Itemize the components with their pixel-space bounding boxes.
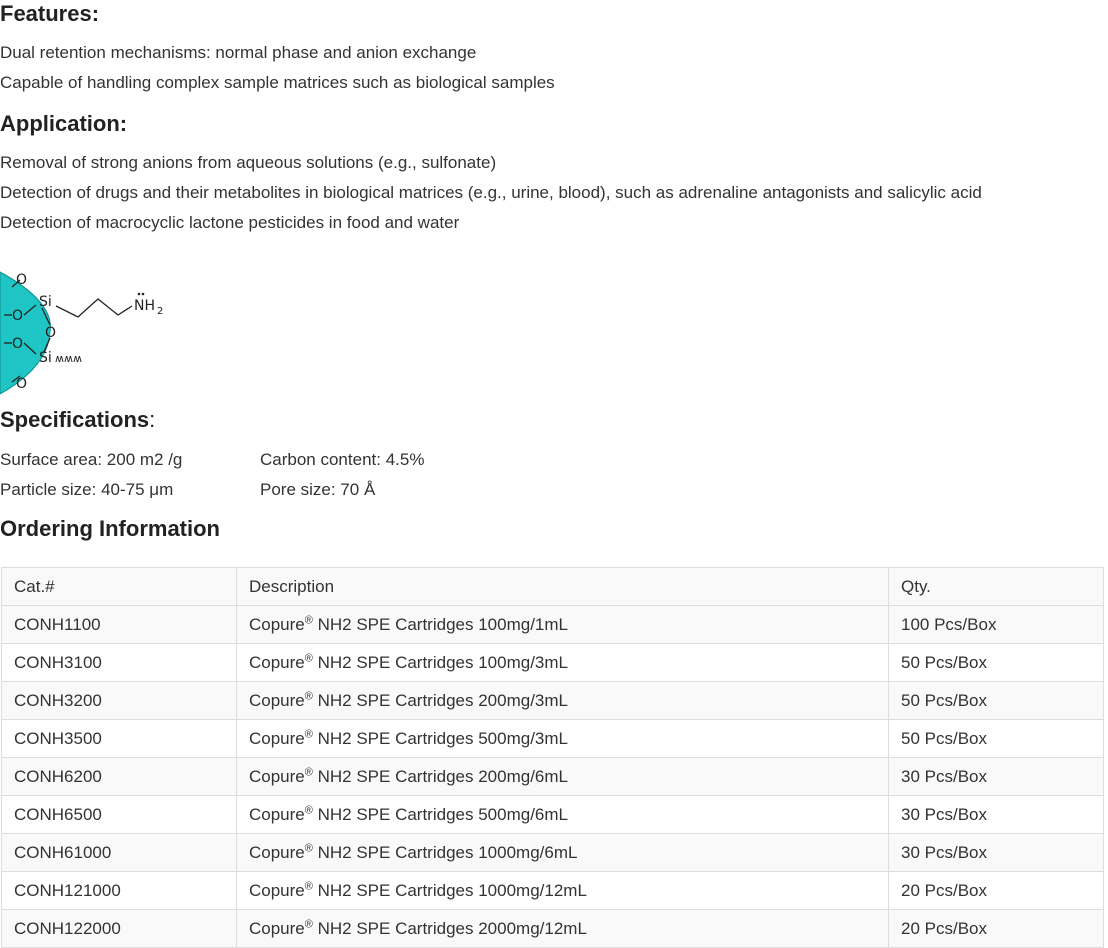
spec-carbon-content: Carbon content: 4.5% (260, 450, 425, 469)
specifications-title: Specifications (0, 407, 150, 432)
description-text: NH2 SPE Cartridges 100mg/3mL (312, 652, 568, 672)
spec-surface-area: Surface area: 200 m2 /g (0, 450, 183, 469)
registered-mark: ® (304, 765, 313, 778)
cell-qty: 50 Pcs/Box (888, 681, 1104, 720)
oxygen-label: O (12, 308, 23, 324)
features-heading: Features: (0, 1, 100, 26)
registered-mark: ® (304, 613, 313, 626)
table-row: CONH3100 Copure® NH2 SPE Cartridges 100mg… (1, 643, 1104, 682)
description-text: NH2 SPE Cartridges 200mg/6mL (312, 766, 568, 786)
amine-subscript: 2 (157, 306, 163, 317)
ordering-heading: Ordering Information (0, 516, 220, 541)
table-row: CONH61000 Copure® NH2 SPE Cartridges 1000… (1, 833, 1104, 872)
amine-label: NH (134, 298, 155, 314)
cell-cat-number: CONH61000 (1, 833, 237, 872)
cell-qty: 30 Pcs/Box (888, 795, 1104, 834)
cell-description: Copure® NH2 SPE Cartridges 500mg/3mL (236, 719, 889, 758)
brand-name: Copure (249, 918, 305, 938)
description-text: NH2 SPE Cartridges 500mg/3mL (312, 728, 568, 748)
description-text: NH2 SPE Cartridges 200mg/3mL (312, 690, 568, 710)
cell-cat-number: CONH121000 (1, 871, 237, 910)
brand-name: Copure (249, 766, 305, 786)
column-header-description: Description (236, 567, 889, 606)
registered-mark: ® (304, 879, 313, 892)
cell-qty: 100 Pcs/Box (888, 605, 1104, 644)
ordering-table-body: CONH1100 Copure® NH2 SPE Cartridges 100mg… (1, 605, 1104, 948)
cell-qty: 50 Pcs/Box (888, 643, 1104, 682)
cell-cat-number: CONH3100 (1, 643, 237, 682)
table-row: CONH3200 Copure® NH2 SPE Cartridges 200mg… (1, 681, 1104, 720)
registered-mark: ® (304, 803, 313, 816)
cell-description: Copure® NH2 SPE Cartridges 100mg/3mL (236, 643, 889, 682)
table-row: CONH3500 Copure® NH2 SPE Cartridges 500mg… (1, 719, 1104, 758)
column-header-cat: Cat.# (1, 567, 237, 606)
feature-item: Capable of handling complex sample matri… (0, 73, 555, 92)
brand-name: Copure (249, 690, 305, 710)
cell-qty: 20 Pcs/Box (888, 871, 1104, 910)
table-header-row: Cat.# Description Qty. (1, 567, 1104, 606)
brand-name: Copure (249, 728, 305, 748)
column-header-qty: Qty. (888, 567, 1104, 606)
description-text: NH2 SPE Cartridges 1000mg/6mL (312, 842, 578, 862)
ordering-table: Cat.# Description Qty. CONH1100 Copure® N… (1, 567, 1104, 948)
cell-qty: 30 Pcs/Box (888, 833, 1104, 872)
cell-cat-number: CONH6500 (1, 795, 237, 834)
registered-mark: ® (304, 727, 313, 740)
description-text: NH2 SPE Cartridges 500mg/6mL (312, 804, 568, 824)
table-row: CONH6500 Copure® NH2 SPE Cartridges 500mg… (1, 795, 1104, 834)
cell-description: Copure® NH2 SPE Cartridges 1000mg/6mL (236, 833, 889, 872)
description-text: NH2 SPE Cartridges 100mg/1mL (312, 614, 568, 634)
application-item: Detection of drugs and their metabolites… (0, 183, 982, 202)
brand-name: Copure (249, 804, 305, 824)
cell-qty: 20 Pcs/Box (888, 909, 1104, 948)
feature-item: Dual retention mechanisms: normal phase … (0, 43, 477, 62)
registered-mark: ® (304, 917, 313, 930)
oxygen-label: O (12, 336, 23, 352)
brand-name: Copure (249, 652, 305, 672)
specifications-colon: : (149, 407, 156, 432)
registered-mark: ® (304, 651, 313, 664)
table-row: CONH6200 Copure® NH2 SPE Cartridges 200mg… (1, 757, 1104, 796)
brand-name: Copure (249, 614, 305, 634)
application-heading: Application: (0, 111, 128, 136)
brand-name: Copure (249, 880, 305, 900)
silicon-label: Si (39, 350, 52, 366)
registered-mark: ® (304, 689, 313, 702)
table-row: CONH1100 Copure® NH2 SPE Cartridges 100mg… (1, 605, 1104, 644)
cell-qty: 50 Pcs/Box (888, 719, 1104, 758)
cell-cat-number: CONH3500 (1, 719, 237, 758)
table-row: CONH122000 Copure® NH2 SPE Cartridges 200… (1, 909, 1104, 948)
spec-particle-size: Particle size: 40-75 μm (0, 480, 174, 499)
cell-description: Copure® NH2 SPE Cartridges 200mg/6mL (236, 757, 889, 796)
nh2-phase-structure-diagram: O O O O O Si Si ʍʍʍ NH 2 (0, 271, 163, 395)
spec-pore-size: Pore size: 70 Å (260, 480, 376, 499)
specifications-heading: Specifications: (0, 407, 155, 433)
table-row: CONH121000 Copure® NH2 SPE Cartridges 100… (1, 871, 1104, 910)
cell-description: Copure® NH2 SPE Cartridges 200mg/3mL (236, 681, 889, 720)
oxygen-label: O (16, 376, 27, 392)
description-text: NH2 SPE Cartridges 1000mg/12mL (312, 880, 587, 900)
brand-name: Copure (249, 842, 305, 862)
silicon-label: Si (39, 294, 52, 310)
cell-cat-number: CONH122000 (1, 909, 237, 948)
cell-cat-number: CONH1100 (1, 605, 237, 644)
cell-description: Copure® NH2 SPE Cartridges 1000mg/12mL (236, 871, 889, 910)
application-item: Detection of macrocyclic lactone pestici… (0, 213, 460, 232)
cell-cat-number: CONH3200 (1, 681, 237, 720)
wavy-bond: ʍʍʍ (55, 352, 82, 365)
application-item: Removal of strong anions from aqueous so… (0, 153, 497, 172)
oxygen-label: O (45, 325, 56, 341)
cell-description: Copure® NH2 SPE Cartridges 100mg/1mL (236, 605, 889, 644)
registered-mark: ® (304, 841, 313, 854)
cell-qty: 30 Pcs/Box (888, 757, 1104, 796)
description-text: NH2 SPE Cartridges 2000mg/12mL (312, 918, 587, 938)
cell-description: Copure® NH2 SPE Cartridges 500mg/6mL (236, 795, 889, 834)
cell-description: Copure® NH2 SPE Cartridges 2000mg/12mL (236, 909, 889, 948)
oxygen-label: O (16, 272, 27, 288)
cell-cat-number: CONH6200 (1, 757, 237, 796)
